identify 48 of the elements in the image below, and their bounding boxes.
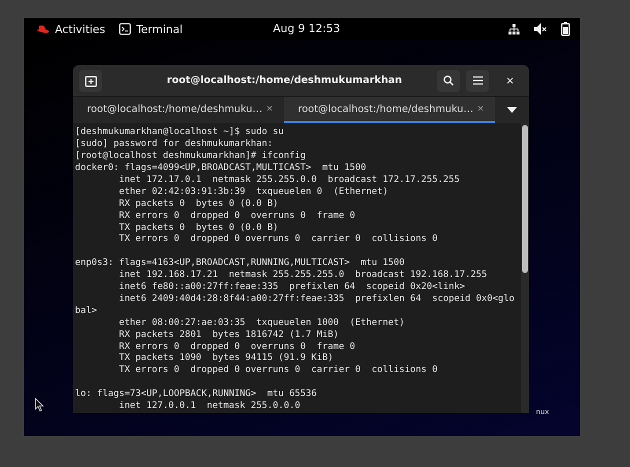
terminal-line: TX packets 1090 bytes 94115 (91.9 KiB) <box>118 353 334 365</box>
search-icon <box>443 75 454 86</box>
terminal-line: inet6 2409:40d4:28:8f44:a00:27ff:feae:335 prefixlen 64 scopeid 0x0<glo <box>118 294 516 306</box>
terminal-line: bal> <box>75 306 98 318</box>
tab[interactable]: root@localhost:/home/deshmuku… × <box>284 97 495 124</box>
menu-button[interactable] <box>466 70 489 92</box>
app-menu-button[interactable]: Terminal <box>119 22 183 36</box>
menu-icon <box>472 76 482 86</box>
hat-icon <box>36 24 50 34</box>
tab-label: root@localhost:/home/deshmuku… <box>298 104 474 115</box>
search-button[interactable] <box>437 70 460 92</box>
battery-icon[interactable] <box>561 22 570 36</box>
caret-icon <box>507 107 517 114</box>
terminal-line: [sudo] password for deshmukumarkhan: <box>75 139 274 151</box>
terminal-line: TX packets 0 bytes 0 (0.0 B) <box>118 222 280 234</box>
pointer-icon <box>35 398 44 412</box>
terminal-line: docker0: flags=4099<UP,BROADCAST,MULTICAST> mtu 1500 <box>75 163 368 175</box>
terminal-line: [root@localhost deshmukumarkhan]# ifconfig <box>75 151 307 163</box>
terminal-line: ether 02:42:03:91:3b:39 txqueuelen 0 (Ethernet) <box>118 186 390 199</box>
tab[interactable]: root@localhost:/home/deshmuku… × <box>73 97 284 124</box>
terminal-line: enp0s3: flags=4163<UP,BROADCAST,RUNNING,MULTICAST> mtu 1500 <box>75 258 406 270</box>
window-title: root@localhost:/home/deshmukumarkhan <box>166 75 404 86</box>
terminal-line: ether 08:00:27:ae:03:35 txqueuelen 1000 (Ethernet) <box>118 318 406 330</box>
new-tab-icon <box>84 74 96 87</box>
terminal-line: inet 127.0.0.1 netmask 255.0.0.0 <box>118 401 302 413</box>
scrollbar-thumb[interactable] <box>522 125 528 274</box>
terminal-line: inet6 fe80::a00:27ff:feae:335 prefixlen 64 scopeid 0x20<link> <box>118 282 466 294</box>
terminal-line: RX errors 0 dropped 0 overruns 0 frame 0 <box>118 210 356 223</box>
terminal-line: lo: flags=73<UP,LOOPBACK,RUNNING> mtu 65536 <box>75 389 318 401</box>
volume-muted-icon[interactable] <box>534 23 547 35</box>
terminal-line: RX packets 0 bytes 0 (0.0 B) <box>118 198 280 211</box>
new-tab-button[interactable] <box>79 70 102 92</box>
terminal-line: [deshmukumarkhan@localhost ~]$ sudo su <box>75 127 285 139</box>
close-button[interactable]: × <box>499 73 521 88</box>
clock[interactable]: Aug 9 12:53 <box>273 22 340 35</box>
terminal-icon <box>119 23 132 35</box>
terminal-line: inet 172.17.0.1 netmask 255.255.0.0 broadcast 172.17.255.255 <box>118 174 461 187</box>
terminal-line: TX errors 0 dropped 0 overruns 0 carrier 0 collisions 0 <box>118 234 439 246</box>
tab-label: root@localhost:/home/deshmuku… <box>87 104 262 115</box>
activities-button[interactable]: Activities <box>36 22 106 36</box>
scrollbar[interactable] <box>521 123 529 413</box>
tab-close-button[interactable]: × <box>262 103 277 116</box>
terminal-line: TX errors 0 dropped 0 overruns 0 carrier 0 collisions 0 <box>118 365 439 378</box>
terminal-line: RX errors 0 dropped 0 overruns 0 frame 0 <box>118 342 356 353</box>
tab-close-button[interactable]: × <box>473 103 488 116</box>
network-icon[interactable] <box>508 24 520 34</box>
terminal-line: RX packets 2801 bytes 1816742 (1.7 MiB) <box>118 330 340 342</box>
terminal-line: inet 192.168.17.21 netmask 255.255.255.0 broadcast 192.168.17.255 <box>118 270 488 282</box>
